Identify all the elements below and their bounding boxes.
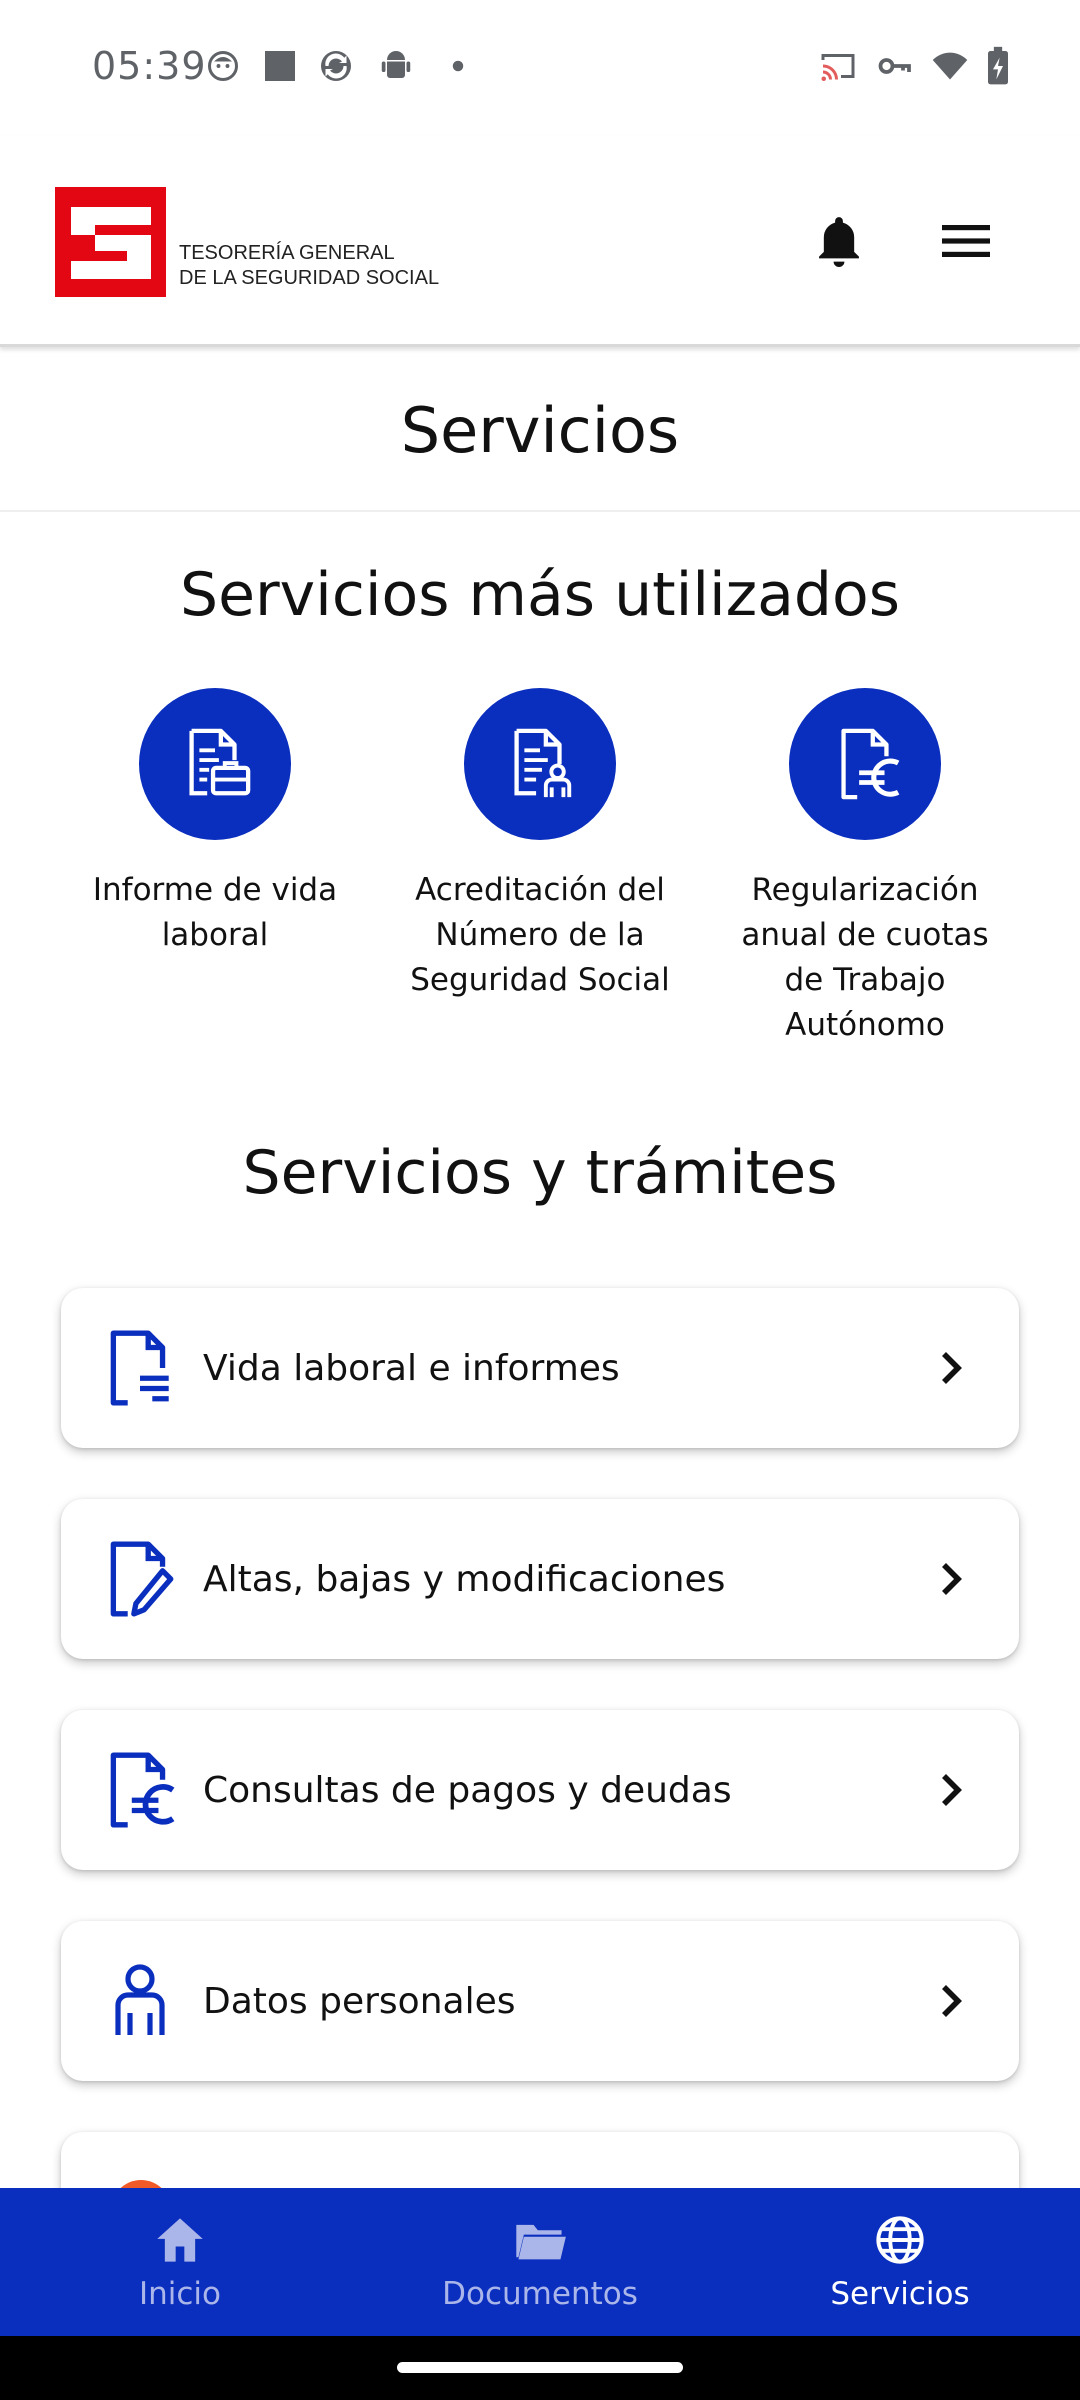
square-notification-icon [265, 51, 295, 81]
document-euro-icon [841, 728, 900, 800]
logo-text-line1: TESORERÍA GENERAL [179, 242, 395, 264]
card-icon [95, 1534, 185, 1624]
bottom-navigation: Inicio Documentos Servicios [0, 2188, 1080, 2336]
top-service-icon-circle [464, 688, 616, 840]
card-label: Altas, bajas y modificaciones [203, 1558, 726, 1600]
app-header: TESORERÍA GENERAL DE LA SEGURIDAD SOCIAL [0, 135, 1080, 347]
card-icon [95, 1956, 185, 2046]
card-label: Vida laboral e informes [203, 1347, 620, 1389]
card-label: Consultas de pagos y deudas [203, 1769, 732, 1811]
procedure-card-pagos-deudas[interactable]: Consultas de pagos y deudas [61, 1710, 1019, 1870]
document-pencil-icon [110, 1541, 174, 1617]
nav-item-documentos[interactable]: Documentos [360, 2188, 720, 2336]
procedures-heading: Servicios y trámites [242, 1138, 838, 1208]
home-gesture-handle[interactable] [397, 2362, 683, 2373]
page-title: Servicios [400, 393, 680, 467]
home-icon [152, 2212, 208, 2268]
nav-item-servicios[interactable]: Servicios [720, 2188, 1080, 2336]
card-icon [95, 1323, 185, 1413]
top-service-vida-laboral[interactable]: Informe de vida laboral [70, 688, 360, 958]
top-service-icon-circle [139, 688, 291, 840]
android-icon [381, 51, 411, 78]
nav-label: Documentos [442, 2276, 638, 2312]
folder-icon [512, 2212, 568, 2268]
top-service-label: Acreditación del Número de la Seguridad … [410, 872, 670, 998]
top-service-label: Informe de vida laboral [92, 872, 338, 953]
chevron-right-icon [931, 1559, 971, 1599]
face-notification-icon [208, 51, 238, 81]
document-briefcase-icon [189, 728, 251, 796]
system-gesture-bar [0, 2336, 1080, 2400]
procedure-card-vida-laboral[interactable]: Vida laboral e informes [61, 1288, 1019, 1448]
person-icon [115, 1964, 165, 2035]
status-bar: 05:39 [0, 0, 1080, 135]
logo-text-line2: DE LA SEGURIDAD SOCIAL [179, 267, 440, 289]
bell-icon [819, 217, 859, 267]
tgss-logo[interactable] [55, 187, 166, 297]
chevron-right-icon [931, 1981, 971, 2021]
card-label: Datos personales [203, 1980, 516, 2022]
top-service-icon-circle [789, 688, 941, 840]
procedure-card-altas-bajas[interactable]: Altas, bajas y modificaciones [61, 1499, 1019, 1659]
dot-icon [452, 60, 464, 72]
document-euro-icon [110, 1752, 175, 1828]
sync-app-icon [321, 51, 351, 81]
top-service-regularizacion-autonomos[interactable]: Regularización anual de cuotas de Trabaj… [720, 688, 1010, 1048]
nav-item-inicio[interactable]: Inicio [0, 2188, 360, 2336]
notifications-button[interactable] [799, 201, 879, 281]
page-title-bar: Servicios [0, 350, 1080, 512]
most-used-heading: Servicios más utilizados [180, 560, 900, 630]
cast-icon [821, 54, 855, 81]
chevron-right-icon [931, 1770, 971, 1810]
status-time: 05:39 [92, 44, 207, 88]
menu-button[interactable] [926, 201, 1006, 281]
vpn-key-icon [878, 58, 911, 74]
hamburger-menu-icon [942, 225, 990, 257]
procedure-card-datos-personales[interactable]: Datos personales [61, 1921, 1019, 2081]
card-icon [95, 1745, 185, 1835]
document-lines-icon [110, 1330, 169, 1406]
wifi-icon [932, 52, 968, 80]
battery-charging-icon [988, 46, 1008, 85]
top-service-label: Regularización anual de cuotas de Trabaj… [741, 872, 989, 1043]
globe-icon [872, 2212, 928, 2268]
document-person-icon [514, 728, 572, 798]
tgss-logo-icon [55, 187, 166, 297]
nav-label: Servicios [830, 2276, 970, 2312]
chevron-right-icon [931, 1348, 971, 1388]
status-right-icons [818, 46, 1010, 86]
top-service-acreditacion-nss[interactable]: Acreditación del Número de la Seguridad … [395, 688, 685, 1003]
nav-label: Inicio [138, 2276, 222, 2312]
logo-text: TESORERÍA GENERAL DE LA SEGURIDAD SOCIAL [179, 241, 439, 291]
